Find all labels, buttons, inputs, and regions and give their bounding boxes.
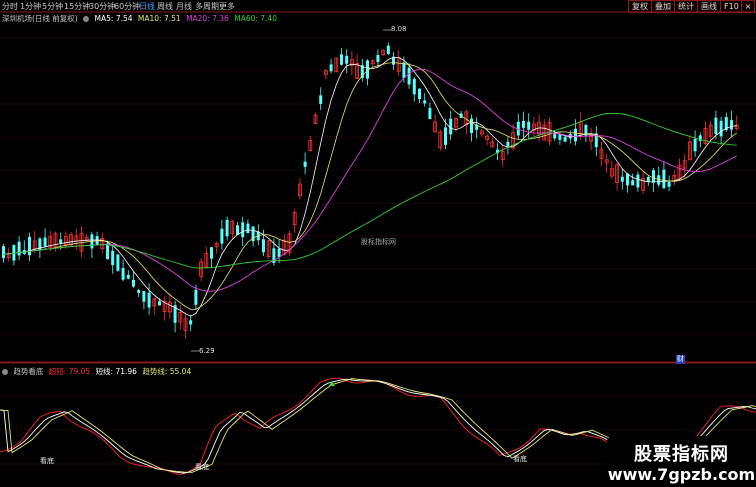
candle-body-down: [522, 120, 525, 128]
moving-averages: [3, 29, 737, 352]
candle-body-down: [652, 170, 655, 183]
finance-badge[interactable]: 财: [676, 355, 685, 364]
candle-body-down: [407, 67, 411, 85]
candle-body-down: [210, 247, 213, 259]
candle-body-down: [444, 127, 447, 145]
candle-body-down: [620, 176, 624, 182]
candle-body-down: [340, 54, 343, 65]
candle-body-down: [111, 250, 115, 266]
candle-body-down: [142, 291, 146, 302]
candle-body-down: [527, 121, 531, 130]
candle-body-down: [574, 128, 577, 142]
candle-body-down: [719, 120, 723, 137]
candle-body-down: [428, 108, 432, 120]
candle-body-down: [563, 136, 567, 142]
brand-url: www.7gpzb.com: [607, 465, 756, 484]
candle-body-down: [693, 138, 697, 152]
candle-body-down: [28, 236, 31, 256]
candle-body-down: [121, 268, 125, 280]
candle-body-down: [158, 301, 161, 306]
candle-body-down: [116, 254, 120, 271]
sub-chart-title: 趋势看底: [13, 367, 44, 376]
watermark: 股标指标网: [361, 238, 396, 246]
candle-body-down: [667, 181, 671, 187]
candle-body-down: [714, 117, 718, 135]
candle-body-down: [423, 100, 427, 104]
settings-dot-icon[interactable]: [2, 369, 8, 375]
candle-body-down: [59, 239, 63, 244]
candle-body-down: [194, 289, 198, 305]
candle-body-down: [558, 134, 562, 140]
brand-watermark: 股票指标网 www.7gpzb.com: [607, 436, 756, 487]
bottom-mark: 看底: [40, 457, 54, 465]
low-price-label: 6.29: [199, 347, 215, 355]
candle-body-down: [2, 246, 5, 259]
candle-body-down: [329, 64, 333, 72]
candle-body-down: [376, 55, 380, 63]
candle-body-down: [418, 88, 421, 100]
candle-body-down: [43, 237, 47, 247]
candle-body-down: [277, 248, 281, 257]
candle-body-down: [241, 222, 245, 238]
candle-body-down: [412, 78, 416, 95]
candle-body-down: [126, 274, 130, 279]
candle-body-down: [553, 133, 557, 139]
candle-body-down: [17, 241, 21, 256]
bottom-mark: 看底: [513, 455, 527, 463]
candle-body-down: [236, 225, 239, 235]
candle-body-down: [225, 219, 229, 237]
candle-body-down: [303, 161, 307, 167]
candle-body-down: [402, 62, 406, 79]
candle-body-down: [246, 223, 250, 234]
candle-body-down: [626, 173, 629, 186]
short-readout: 短线: 71.96: [95, 367, 137, 376]
candle-body-down: [132, 279, 135, 287]
candlesticks: [2, 42, 739, 339]
candle-body-down: [319, 95, 323, 104]
candle-body-down: [106, 243, 109, 260]
trend-readout: 趋势线: 55.04: [142, 367, 192, 376]
candle-body-down: [189, 320, 193, 325]
ultra-short-readout: 超短: 79.05: [48, 367, 91, 376]
brand-name: 股票指标网: [634, 444, 729, 465]
sub-legend: 趋势看底 超短: 79.05 短线: 71.96 趋势线: 55.04: [2, 367, 194, 377]
candle-body-down: [220, 228, 224, 244]
candle-body-down: [386, 45, 390, 55]
candle-body-down: [345, 55, 349, 64]
candle-body-down: [730, 120, 733, 130]
candle-body-down: [631, 180, 635, 186]
candle-body-down: [137, 289, 141, 293]
candle-body-down: [506, 141, 510, 147]
candle-body-down: [470, 118, 473, 134]
bottom-mark: 看底: [195, 463, 209, 471]
candle-body-down: [147, 292, 151, 308]
candle-body-down: [636, 174, 640, 188]
high-price-label: 8.08: [391, 25, 407, 33]
ma10-line: [3, 62, 737, 310]
candle-body-down: [262, 239, 265, 253]
candle-body-down: [662, 169, 666, 189]
ma5-line: [3, 56, 737, 317]
